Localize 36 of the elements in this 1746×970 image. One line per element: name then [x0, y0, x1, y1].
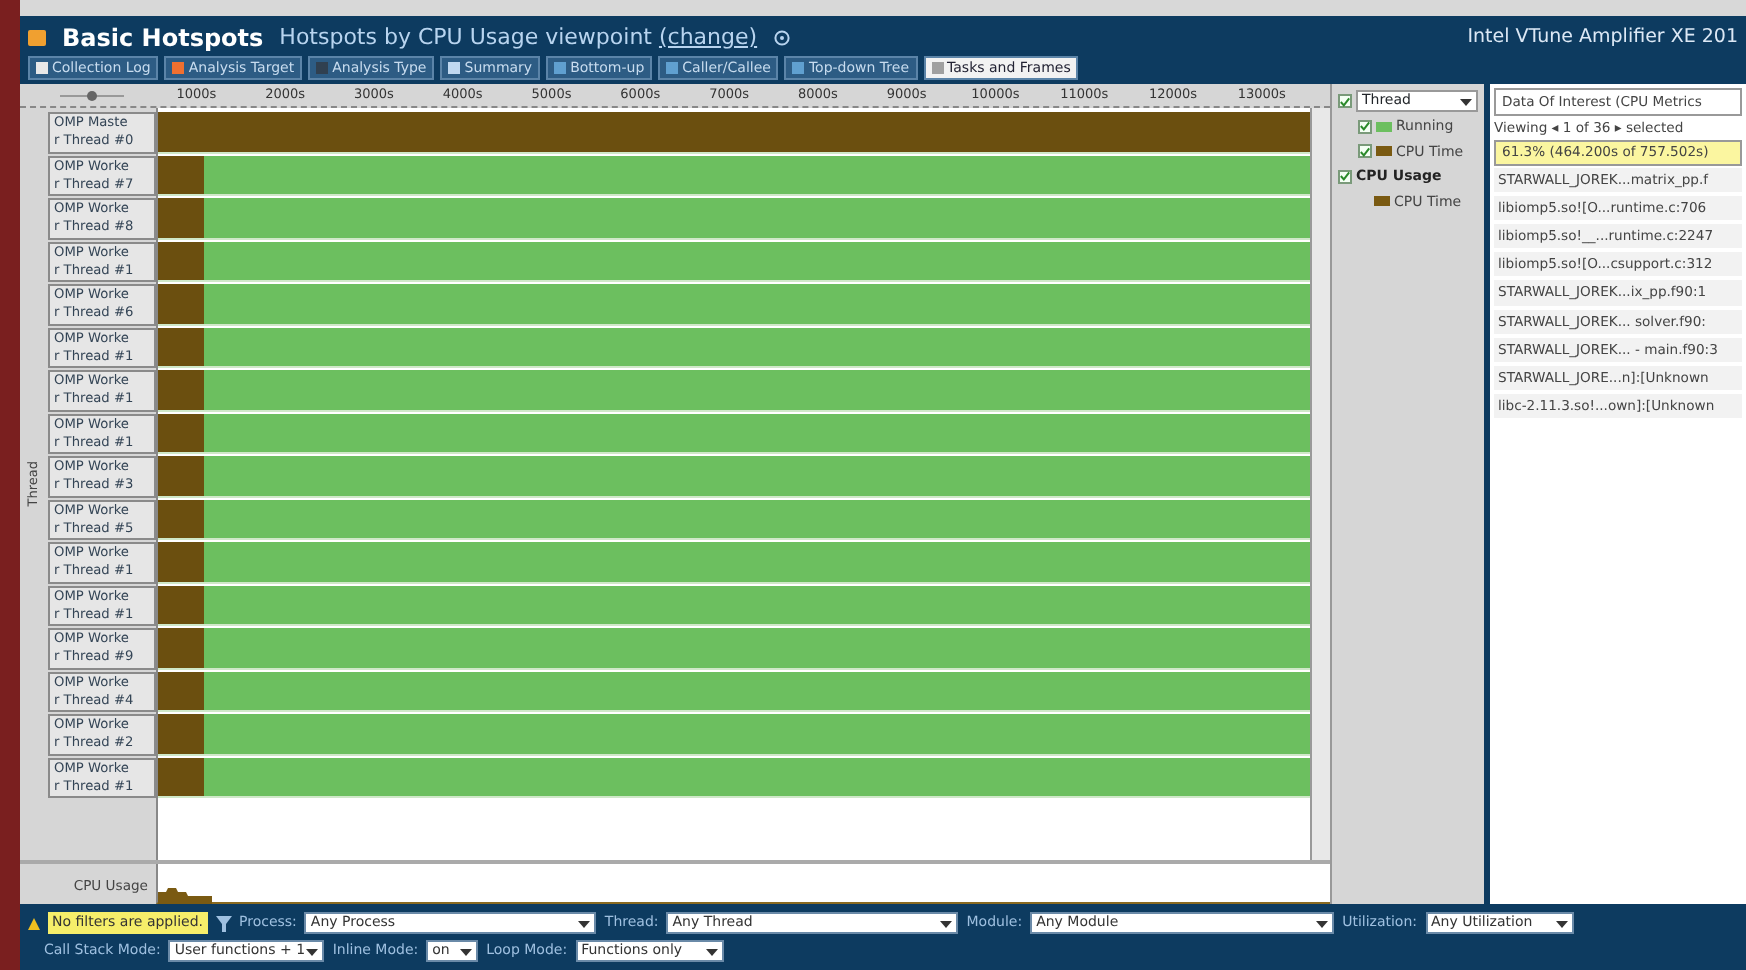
caret-icon [1555, 917, 1568, 929]
checkbox[interactable] [1338, 94, 1352, 108]
caret-icon [460, 945, 473, 957]
cpu-activity-bar [158, 499, 205, 538]
cpu-activity-bar [158, 628, 205, 667]
cpu-activity-bar [158, 585, 205, 624]
view-title: Basic Hotspots [62, 22, 264, 56]
caret-icon [1460, 95, 1472, 107]
checkbox[interactable] [1338, 169, 1352, 184]
product-name: Intel VTune Amplifier XE 201 [1467, 23, 1738, 52]
cpu-activity-bar [158, 757, 205, 796]
checkbox[interactable] [1358, 144, 1372, 159]
cpu-activity-bar [158, 542, 205, 581]
viewpoint-title: Hotspots by CPU Usage viewpoint (change) [279, 21, 758, 54]
hotspot-icon [28, 30, 46, 46]
cpu-activity-bar [158, 198, 205, 237]
checkbox[interactable] [1358, 119, 1372, 134]
caret-icon [1316, 917, 1329, 929]
cpu-activity-bar [158, 714, 205, 753]
cpu-activity-bar [158, 284, 205, 323]
caret-icon [578, 917, 591, 929]
cpu-activity-bar [158, 671, 205, 710]
cpu-activity-bar [158, 155, 205, 194]
help-icon[interactable] [773, 30, 790, 46]
cpu-activity-bar [158, 413, 205, 452]
caret-icon [306, 945, 319, 957]
caret-icon [940, 917, 953, 929]
cpu-activity-bar [158, 456, 205, 495]
cpu-activity-bar [158, 327, 205, 366]
cpu-activity-bar [158, 370, 205, 409]
warning-icon [28, 917, 40, 929]
filter-icon[interactable] [215, 915, 231, 931]
caret-icon [705, 945, 718, 957]
change-link[interactable]: (change) [658, 23, 758, 50]
scrollbar[interactable] [1310, 108, 1330, 860]
cpu-activity-bar [158, 241, 205, 280]
